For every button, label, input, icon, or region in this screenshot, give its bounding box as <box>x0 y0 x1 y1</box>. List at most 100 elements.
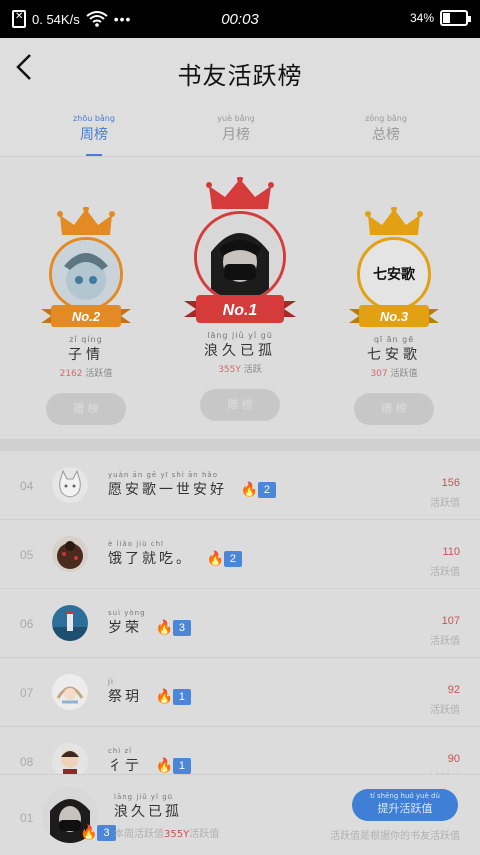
period-tabs: zhōu bǎng 周榜 yuè bǎng 月榜 zǒng bǎng 总榜 <box>0 104 480 157</box>
name-pinyin: lāng jiǔ yǐ gū <box>207 331 273 340</box>
row-score: 92 活跃值 <box>430 678 460 716</box>
list-item[interactable]: 07 jì 祭玥 🔥 1 92 活跃值 <box>0 658 480 727</box>
user-name: 浪久已孤 <box>114 804 182 820</box>
my-rank-number: 01 <box>20 811 34 825</box>
my-name-block: lāng jiǔ yǐ gū 浪久已孤 <box>114 793 182 821</box>
podium-score: 307 活跃值 <box>344 366 444 379</box>
rank-number: 06 <box>20 617 34 631</box>
podium-first: No.1 lāng jiǔ yǐ gū 浪久已孤 355Y 活跃 赠 榜 <box>180 176 300 421</box>
rank-number: 04 <box>20 479 34 493</box>
battery-icon <box>440 10 471 26</box>
my-score: 355Y <box>164 829 190 840</box>
rank-number: 05 <box>20 548 34 562</box>
level-badge: 🔥 2 <box>206 551 243 567</box>
score-label: 活跃值 <box>430 705 460 716</box>
user-name: 七安歌 <box>367 347 421 363</box>
name-pinyin: yuàn ān gē yī shì ān hǎo <box>108 471 218 479</box>
button-pinyin: tí shēng huó yuè dù <box>370 792 440 800</box>
level-number: 2 <box>257 482 277 498</box>
name-pinyin: lāng jiǔ yǐ gū <box>114 793 174 801</box>
name-pinyin: qī ān gē <box>373 335 415 344</box>
list-item[interactable]: 06 suì yòng 岁荣 🔥 3 107 活跃值 <box>0 589 480 658</box>
ranking-list: 04 yuàn ān gē yī shì ān hǎo 愿安歌一世安好 🔥 2 1… <box>0 451 480 796</box>
tab-label: 总榜 <box>372 127 400 143</box>
avatar[interactable] <box>49 237 123 311</box>
crown-icon <box>206 176 274 209</box>
name-pinyin: chì zǐ <box>108 747 133 755</box>
status-bar: 0. 54K/s ••• 00:03 34% <box>0 0 480 38</box>
avatar[interactable] <box>52 605 88 641</box>
podium-third: 七安歌 No.3 qī ān gē 七安歌 307 活跃值 赠 榜 <box>344 206 444 425</box>
flame-icon: 🔥 <box>155 689 173 705</box>
score-label: 活跃值 <box>390 369 418 379</box>
flame-icon: 🔥 <box>155 620 173 636</box>
give-button[interactable]: 赠 榜 <box>46 393 126 425</box>
crown-icon <box>365 206 423 235</box>
clock: 00:03 <box>221 11 259 28</box>
app-header: 书友活跃榜 <box>0 38 480 104</box>
avatar[interactable] <box>52 674 88 710</box>
give-button[interactable]: 赠 榜 <box>200 389 280 421</box>
rank-ribbon-1: No.1 <box>184 295 296 323</box>
crown-icon <box>57 206 115 235</box>
rank-badge-text: No.2 <box>72 309 101 324</box>
user-name-block: yuàn ān gē yī shì ān hǎo 愿安歌一世安好 🔥 2 <box>108 471 277 499</box>
flame-icon: 🔥 <box>155 758 173 774</box>
row-score: 107 活跃值 <box>430 609 460 647</box>
user-name-block: chì zǐ 彳亍 🔥 1 <box>108 747 192 775</box>
level-badge: 🔥 1 <box>155 689 192 705</box>
name-pinyin: è liǎo jiù chī <box>108 540 164 548</box>
score-label: 活跃值 <box>430 636 460 647</box>
avatar[interactable] <box>194 211 286 303</box>
score-value: 110 <box>442 546 460 558</box>
score-value: 92 <box>447 684 460 696</box>
user-name-block: suì yòng 岁荣 🔥 3 <box>108 609 192 637</box>
rank-number: 08 <box>20 755 34 769</box>
podium-name: lāng jiǔ yǐ gū 浪久已孤 <box>180 331 300 360</box>
tab-label: 周榜 <box>80 127 108 143</box>
boost-activity-button[interactable]: tí shēng huó yuè dù 提升活跃值 <box>352 789 458 821</box>
flame-icon: 🔥 <box>240 482 258 498</box>
page-title: 书友活跃榜 <box>177 62 303 90</box>
give-button[interactable]: 赠 榜 <box>354 393 434 425</box>
level-badge: 🔥 3 <box>155 620 192 636</box>
my-stats: 本周活跃值355Y活跃值 <box>114 825 219 840</box>
tab-total[interactable]: zǒng bǎng 总榜 <box>346 114 426 144</box>
user-name: 祭玥 <box>108 689 142 705</box>
rank-badge-text: No.1 <box>223 302 258 319</box>
top-three-podium: No.2 zǐ qíng 子情 2162 活跃值 赠 榜 No.1 lāng j… <box>0 157 480 439</box>
rank-ribbon-3: No.3 <box>349 305 439 327</box>
name-pinyin: jì <box>108 678 114 686</box>
user-name-block: è liǎo jiù chī 饿了就吃。 🔥 2 <box>108 540 243 568</box>
tab-label: 月榜 <box>222 127 250 143</box>
button-label: 提升活跃值 <box>377 802 433 815</box>
flame-icon: 🔥 <box>206 551 224 567</box>
avatar[interactable]: 七安歌 <box>357 237 431 311</box>
user-name: 子情 <box>68 347 104 363</box>
stats-prefix: 本周活跃值 <box>114 829 164 840</box>
tab-monthly[interactable]: yuè bǎng 月榜 <box>196 114 276 144</box>
score-value: 307 <box>370 369 388 379</box>
level-badge: 🔥 2 <box>240 482 277 498</box>
podium-second: No.2 zǐ qíng 子情 2162 活跃值 赠 榜 <box>36 206 136 425</box>
user-name: 岁荣 <box>108 620 142 636</box>
podium-score: 355Y 活跃 <box>180 362 300 375</box>
score-value: 107 <box>441 615 460 627</box>
my-ranking-bar: 01 🔥 3 lāng jiǔ yǐ gū 浪久已孤 本周活跃值355Y活跃值 t… <box>0 774 480 855</box>
user-name: 饿了就吃。 <box>108 551 193 567</box>
avatar[interactable] <box>52 467 88 503</box>
user-name: 彳亍 <box>108 758 142 774</box>
tab-pinyin: yuè bǎng <box>217 114 255 123</box>
score-label: 活跃值 <box>430 498 460 509</box>
list-item[interactable]: 05 è liǎo jiù chī 饿了就吃。 🔥 2 110 活跃值 <box>0 520 480 589</box>
avatar[interactable] <box>52 536 88 572</box>
level-number: 1 <box>172 689 192 705</box>
row-score: 110 活跃值 <box>430 540 460 578</box>
level-number: 3 <box>172 620 192 636</box>
rank-badge-text: No.3 <box>380 309 409 324</box>
list-item[interactable]: 04 yuàn ān gē yī shì ān hǎo 愿安歌一世安好 🔥 2 1… <box>0 451 480 520</box>
battery-percent: 34% <box>409 11 434 25</box>
tab-weekly[interactable]: zhōu bǎng 周榜 <box>54 114 134 156</box>
tab-pinyin: zhōu bǎng <box>73 114 115 123</box>
user-name: 愿安歌一世安好 <box>108 482 227 498</box>
